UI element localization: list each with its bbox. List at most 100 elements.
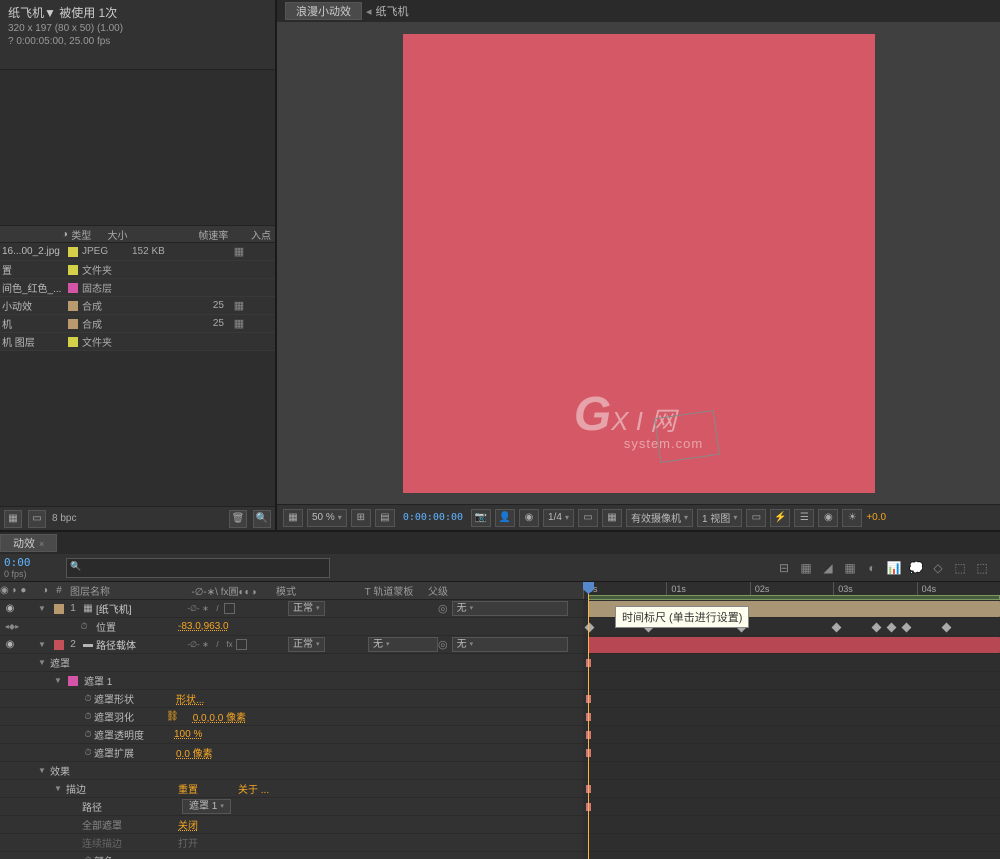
twirl-icon[interactable]: ▼ xyxy=(38,658,50,667)
project-column-header[interactable]: ◑ 类型 大小 帧速率 入点 xyxy=(0,225,275,243)
expansion-value[interactable]: 0.0 像素 xyxy=(176,745,213,760)
track-row[interactable] xyxy=(583,816,1000,834)
view-layout-dropdown[interactable]: 1 视图 xyxy=(697,509,742,527)
composition-canvas[interactable]: GX I 网 system.com xyxy=(403,34,875,493)
bpc-label[interactable]: 8 bpc xyxy=(52,513,76,524)
twirl-icon[interactable]: ▼ xyxy=(38,766,50,775)
track-row[interactable] xyxy=(583,708,1000,726)
all-masks-value[interactable]: 关闭 xyxy=(178,817,198,832)
property-row[interactable]: ⏱ 遮罩形状 形状... xyxy=(0,690,583,708)
mask-color-swatch[interactable] xyxy=(68,676,78,686)
roi-button[interactable]: ▭ xyxy=(578,509,598,527)
resolution-dropdown[interactable]: 1/4 xyxy=(543,509,574,527)
color-swatch[interactable] xyxy=(68,301,78,311)
tracks-column[interactable]: 0s 01s 02s 03s 04s 时间标尺 (单击进行设置) xyxy=(583,582,1000,859)
property-group[interactable]: ▼ 遮罩 xyxy=(0,654,583,672)
project-row[interactable]: 机 图层 文件夹 xyxy=(0,333,275,351)
keyframe-nav[interactable]: ◂◆▸ xyxy=(0,622,24,631)
track-row[interactable] xyxy=(583,744,1000,762)
track-row[interactable] xyxy=(583,672,1000,690)
mask-button[interactable]: ▤ xyxy=(375,509,395,527)
stopwatch-icon[interactable]: ⏱ xyxy=(82,693,94,704)
shy-button[interactable]: ◢ xyxy=(818,559,838,577)
show-snapshot-button[interactable]: 👤 xyxy=(495,509,515,527)
project-row[interactable]: 间色_红色_... 固态层 xyxy=(0,279,275,297)
keyframe-icon[interactable] xyxy=(942,623,952,633)
reset-link[interactable]: 重置 xyxy=(178,781,198,796)
comp-mini-flowchart-button[interactable]: ⊟ xyxy=(774,559,794,577)
graph-editor-button[interactable]: 📊 xyxy=(884,559,904,577)
trkmat-dropdown[interactable]: 无 xyxy=(368,637,438,652)
layer-color-swatch[interactable] xyxy=(54,640,64,650)
current-time[interactable]: 0:00 xyxy=(4,556,54,569)
keyframe-icon[interactable] xyxy=(902,623,912,633)
track-row[interactable] xyxy=(583,654,1000,672)
interpret-footage-button[interactable]: ▦ xyxy=(4,510,22,528)
opacity-value[interactable]: 100 % xyxy=(174,729,202,740)
track-row[interactable] xyxy=(583,726,1000,744)
twirl-icon[interactable]: ▼ xyxy=(54,784,66,793)
property-row[interactable]: 全部遮罩 关闭 xyxy=(0,816,583,834)
track-row[interactable] xyxy=(583,780,1000,798)
keyframe-icon[interactable] xyxy=(872,623,882,633)
current-time-indicator[interactable] xyxy=(588,582,589,859)
flowchart-button[interactable]: ◉ xyxy=(818,509,838,527)
motion-blur-button[interactable]: ◐ xyxy=(862,559,882,577)
snapshot-button[interactable]: 📷 xyxy=(471,509,491,527)
col-in-header[interactable]: 入点 xyxy=(244,227,271,242)
channel-button[interactable]: ◉ xyxy=(519,509,539,527)
keyframe-icon[interactable] xyxy=(585,623,595,633)
property-group[interactable]: ▼ 效果 xyxy=(0,762,583,780)
brainstorm-button[interactable]: 💭 xyxy=(906,559,926,577)
color-swatch[interactable] xyxy=(68,247,78,257)
parent-dropdown[interactable]: 无 xyxy=(452,601,568,616)
stopwatch-icon[interactable]: ⏱ xyxy=(78,621,90,632)
chain-icon[interactable]: ⛓ xyxy=(166,711,179,722)
track-row[interactable] xyxy=(583,834,1000,852)
layer-column-header[interactable]: ◉ ◗ ● ◑ # 图层名称 -∅-∗\ fx圓◐◐◑ 模式 T 轨道蒙板 父级 xyxy=(0,582,583,600)
visibility-toggle[interactable]: ◉ xyxy=(0,603,20,614)
property-group[interactable]: ▼ 遮罩 1 xyxy=(0,672,583,690)
project-row[interactable]: 16...00_2.jpg JPEG 152 KB ▦ xyxy=(0,243,275,261)
shape-link[interactable]: 形状... xyxy=(176,691,204,706)
path-dropdown[interactable]: 遮罩 1 xyxy=(182,799,231,814)
toolbar-icon[interactable]: ⬚ xyxy=(950,559,970,577)
project-row[interactable]: 小动效 合成 25 ▦ xyxy=(0,297,275,315)
keyframe-icon[interactable] xyxy=(887,623,897,633)
col-size-header[interactable]: 大小 xyxy=(108,227,153,242)
track-row[interactable] xyxy=(583,852,1000,859)
pixel-aspect-button[interactable]: ▭ xyxy=(746,509,766,527)
pickwhip-icon[interactable]: ◎ xyxy=(438,638,448,651)
blend-mode-dropdown[interactable]: 正常 xyxy=(288,601,325,616)
time-ruler[interactable]: 0s 01s 02s 03s 04s xyxy=(583,582,1000,600)
layer-row[interactable]: ◉ ▼ 1 ▦ [纸飞机] -∅-∗/ 正常 ◎无 xyxy=(0,600,583,618)
track-row[interactable] xyxy=(583,690,1000,708)
timeline-tab[interactable]: 动效× xyxy=(0,534,57,552)
track-row[interactable] xyxy=(583,636,1000,654)
col-fps-header[interactable]: 帧速率 xyxy=(198,227,243,242)
property-row[interactable]: 路径 遮罩 1 xyxy=(0,798,583,816)
search-button[interactable]: 🔍 xyxy=(253,510,271,528)
property-row[interactable]: ⏱ 遮罩扩展 0.0 像素 xyxy=(0,744,583,762)
canvas-area[interactable]: GX I 网 system.com xyxy=(277,22,1000,504)
feather-value[interactable]: 0.0,0.0 像素 xyxy=(193,709,246,724)
project-row[interactable]: 置 文件夹 xyxy=(0,261,275,279)
property-row[interactable]: ⏱ 颜色 xyxy=(0,852,583,859)
keyframe-icon[interactable] xyxy=(832,623,842,633)
frame-blend-button[interactable]: ▦ xyxy=(840,559,860,577)
position-value[interactable]: -83.0,963.0 xyxy=(178,621,229,632)
color-swatch[interactable] xyxy=(68,283,78,293)
fast-preview-button[interactable]: ⚡ xyxy=(770,509,790,527)
trash-button[interactable]: 🗑 xyxy=(229,510,247,528)
layer-search-input[interactable] xyxy=(66,558,330,578)
safe-zones-button[interactable]: ⊞ xyxy=(351,509,371,527)
layer-color-swatch[interactable] xyxy=(54,604,64,614)
track-row[interactable] xyxy=(583,762,1000,780)
close-icon[interactable]: × xyxy=(39,539,44,549)
property-row[interactable]: ◂◆▸ ⏱ 位置 -83.0,963.0 xyxy=(0,618,583,636)
stopwatch-icon[interactable]: ⏱ xyxy=(82,747,94,758)
blend-mode-dropdown[interactable]: 正常 xyxy=(288,637,325,652)
auto-keyframe-button[interactable]: ◇ xyxy=(928,559,948,577)
project-row[interactable]: 机 合成 25 ▦ xyxy=(0,315,275,333)
color-swatch[interactable] xyxy=(68,337,78,347)
